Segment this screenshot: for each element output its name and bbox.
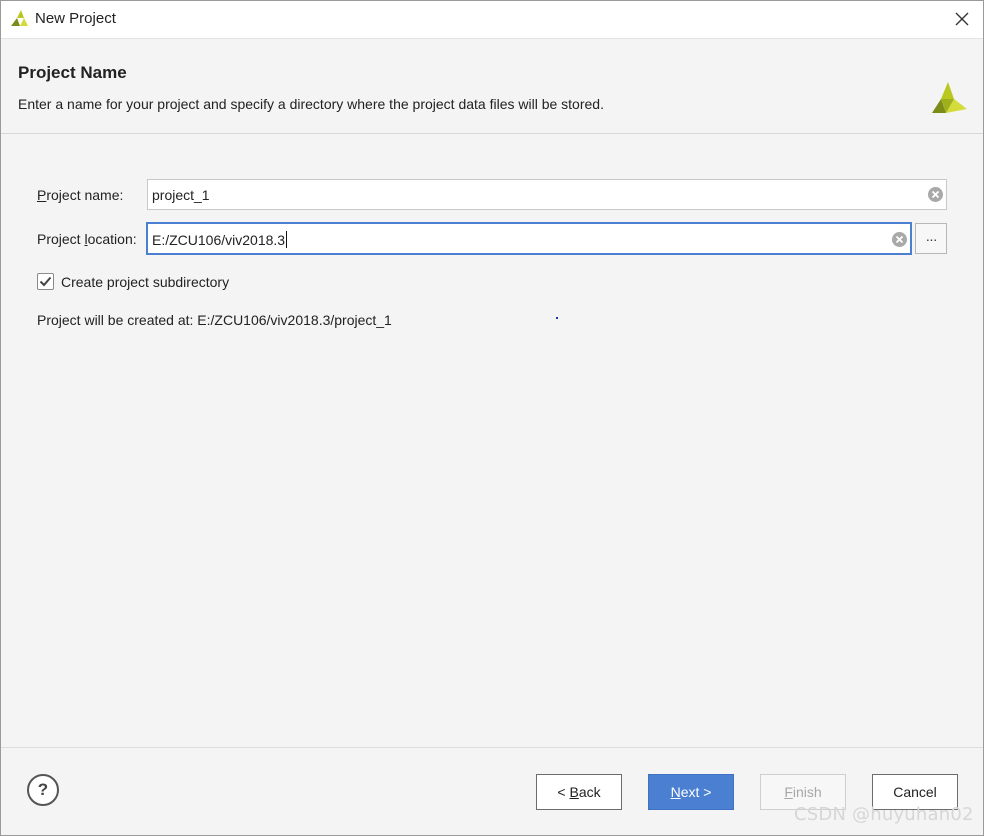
text-caret [286, 231, 288, 248]
checkmark-icon [39, 276, 52, 287]
create-subdirectory-label: Create project subdirectory [61, 274, 230, 290]
page-header: Project Name Enter a name for your proje… [0, 39, 984, 134]
xilinx-brand-icon [932, 82, 967, 113]
project-name-label: Project name: [37, 187, 124, 203]
help-button[interactable]: ? [27, 774, 59, 806]
project-name-input[interactable]: project_1 [147, 179, 947, 210]
create-subdirectory-checkbox[interactable] [37, 273, 54, 290]
watermark: CSDN @huyuhan02 [794, 804, 974, 825]
project-name-value: project_1 [152, 187, 210, 203]
page-description: Enter a name for your project and specif… [18, 96, 604, 112]
project-location-input[interactable]: E:/ZCU106/viv2018.3 [146, 222, 912, 255]
project-location-label: Project location: [37, 231, 137, 247]
project-location-value: E:/ZCU106/viv2018.3 [152, 232, 286, 248]
page-title: Project Name [18, 63, 127, 82]
title-bar: New Project [0, 0, 984, 39]
window-title: New Project [35, 10, 116, 27]
close-icon [955, 12, 969, 26]
browse-button[interactable]: ··· [915, 223, 947, 254]
help-icon: ? [37, 780, 49, 799]
project-path-preview: Project will be created at: E:/ZCU106/vi… [37, 312, 392, 328]
next-button[interactable]: Next > [648, 774, 734, 810]
clear-icon[interactable] [891, 231, 908, 248]
back-button[interactable]: < Back [536, 774, 622, 810]
ellipsis-icon: ··· [925, 230, 938, 247]
footer-divider [0, 747, 984, 748]
clear-icon[interactable] [927, 186, 944, 203]
vivado-logo-icon [11, 10, 28, 26]
stray-pixel [556, 317, 558, 319]
close-button[interactable] [940, 0, 984, 38]
